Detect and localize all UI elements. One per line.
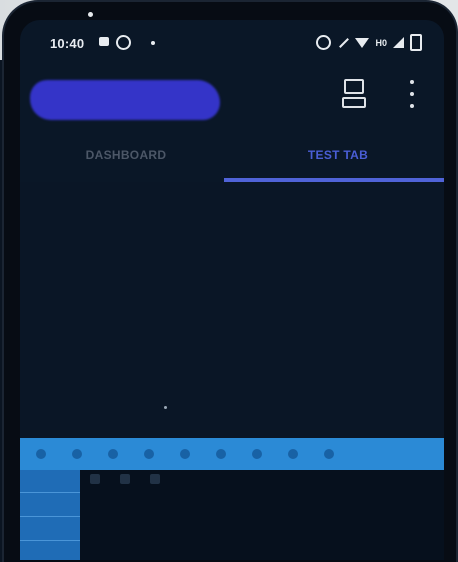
window-control-icon xyxy=(120,474,130,484)
window-control-icon xyxy=(90,474,100,484)
mute-icon xyxy=(337,37,349,49)
app-bar xyxy=(20,64,444,132)
strip-icon xyxy=(252,449,262,459)
notification-dot-icon xyxy=(151,41,155,45)
battery-icon xyxy=(410,34,422,51)
strip-icon xyxy=(108,449,118,459)
status-time: 10:40 xyxy=(50,36,85,51)
front-camera-dot xyxy=(88,12,93,17)
strip-icon xyxy=(180,449,190,459)
overlay-dark-panel xyxy=(80,470,444,560)
wifi-icon xyxy=(355,37,370,48)
tab-content-area xyxy=(20,182,444,452)
device-icon[interactable] xyxy=(341,78,367,108)
network-type-label: H0 xyxy=(375,37,387,48)
strip-icon xyxy=(72,449,82,459)
overlay-left-panel xyxy=(20,470,80,560)
phone-screen: 10:40 H0 DASHBOARD TEST TAB xyxy=(20,20,444,560)
message-icon xyxy=(99,37,109,46)
cellular-icon xyxy=(393,37,404,48)
status-bar: 10:40 H0 xyxy=(20,20,444,64)
strip-icon xyxy=(144,449,154,459)
tab-dashboard[interactable]: DASHBOARD xyxy=(20,132,232,178)
tab-test-tab[interactable]: TEST TAB xyxy=(232,132,444,178)
more-vert-icon[interactable] xyxy=(406,80,418,108)
strip-icon xyxy=(216,449,226,459)
window-control-icon xyxy=(150,474,160,484)
phone-body: 10:40 H0 DASHBOARD TEST TAB xyxy=(4,2,456,562)
strip-icon xyxy=(36,449,46,459)
redacted-app-title xyxy=(30,80,220,120)
bottom-overlay-strip xyxy=(20,438,444,470)
whatsapp-icon xyxy=(116,35,131,50)
status-icons-right: H0 xyxy=(316,34,422,51)
alarm-icon xyxy=(316,35,332,50)
screen-speck xyxy=(164,406,167,409)
strip-icon xyxy=(288,449,298,459)
tab-bar: DASHBOARD TEST TAB xyxy=(20,132,444,182)
strip-icon xyxy=(324,449,334,459)
